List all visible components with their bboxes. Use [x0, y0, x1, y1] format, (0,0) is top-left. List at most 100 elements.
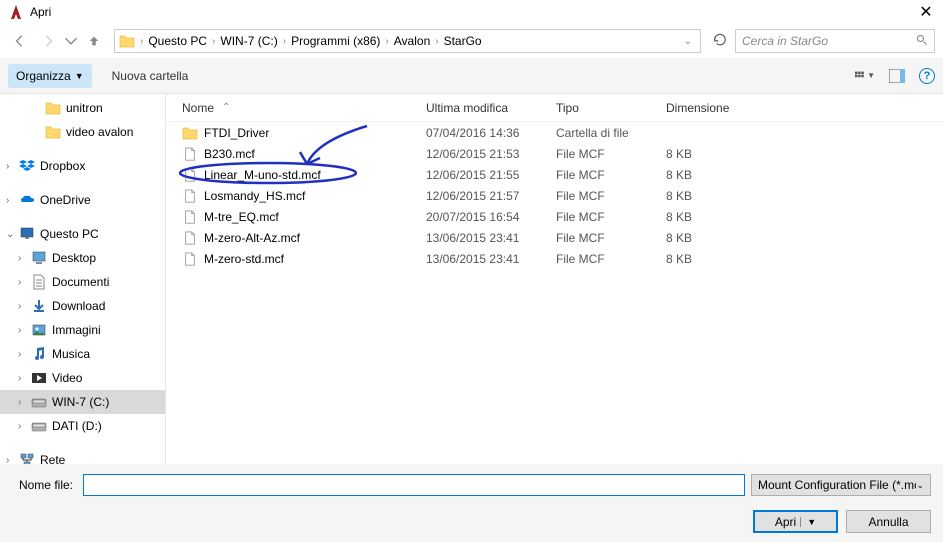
- network-icon: [18, 451, 36, 464]
- tree-item[interactable]: › WIN-7 (C:): [0, 390, 165, 414]
- file-size: 8 KB: [666, 168, 766, 182]
- file-row[interactable]: M-zero-Alt-Az.mcf13/06/2015 23:41File MC…: [166, 227, 943, 248]
- search-input[interactable]: Cerca in StarGo: [735, 29, 935, 53]
- file-size: 8 KB: [666, 252, 766, 266]
- file-modified: 20/07/2015 16:54: [426, 210, 556, 224]
- file-row[interactable]: FTDI_Driver 07/04/2016 14:36Cartella di f…: [166, 122, 943, 143]
- file-type: File MCF: [556, 252, 666, 266]
- download-icon: [30, 297, 48, 315]
- tree-item[interactable]: video avalon: [0, 120, 165, 144]
- expand-arrow-icon[interactable]: ›: [18, 301, 30, 312]
- expand-arrow-icon[interactable]: ›: [6, 195, 18, 206]
- expand-arrow-icon[interactable]: ›: [18, 373, 30, 384]
- tree-item[interactable]: ›Download: [0, 294, 165, 318]
- close-icon[interactable]: ✕: [917, 2, 935, 22]
- file-row[interactable]: M-zero-std.mcf13/06/2015 23:41File MCF8 …: [166, 248, 943, 269]
- file-name: M-zero-Alt-Az.mcf: [204, 231, 300, 245]
- breadcrumb-item[interactable]: Programmi (x86): [289, 34, 382, 48]
- tree-item[interactable]: ›Rete: [0, 448, 165, 464]
- column-header-modified[interactable]: Ultima modifica: [426, 101, 556, 115]
- tree-item[interactable]: unitron: [0, 96, 165, 120]
- back-button[interactable]: [8, 29, 32, 53]
- sort-asc-icon: ⌃: [222, 102, 230, 113]
- file-type: Cartella di file: [556, 126, 666, 140]
- file-row[interactable]: B230.mcf12/06/2015 21:53File MCF8 KB: [166, 143, 943, 164]
- file-row[interactable]: Linear_M-uno-std.mcf12/06/2015 21:55File…: [166, 164, 943, 185]
- file-modified: 13/06/2015 23:41: [426, 231, 556, 245]
- tree-item[interactable]: › Documenti: [0, 270, 165, 294]
- file-modified: 12/06/2015 21:55: [426, 168, 556, 182]
- images-icon: [30, 321, 48, 339]
- tree-item-label: Video: [52, 371, 82, 385]
- tree-item-label: Desktop: [52, 251, 96, 265]
- tree-item[interactable]: ›Dropbox: [0, 154, 165, 178]
- file-modified: 07/04/2016 14:36: [426, 126, 556, 140]
- folder-icon: [182, 125, 198, 141]
- view-button[interactable]: ▼: [855, 66, 875, 86]
- chevron-down-icon[interactable]: ⌄: [680, 36, 696, 47]
- column-header-size[interactable]: Dimensione: [666, 101, 766, 115]
- window-title: Apri: [30, 5, 917, 19]
- desktop-icon: [30, 249, 48, 267]
- file-name: M-tre_EQ.mcf: [204, 210, 279, 224]
- tree-item-label: WIN-7 (C:): [52, 395, 109, 409]
- file-row[interactable]: M-tre_EQ.mcf20/07/2015 16:54File MCF8 KB: [166, 206, 943, 227]
- expand-arrow-icon[interactable]: ›: [18, 349, 30, 360]
- tree-item[interactable]: › Video: [0, 366, 165, 390]
- file-row[interactable]: Losmandy_HS.mcf12/06/2015 21:57File MCF8…: [166, 185, 943, 206]
- chevron-down-icon: ▼: [75, 71, 84, 81]
- file-name: FTDI_Driver: [204, 126, 269, 140]
- tree-item[interactable]: › Immagini: [0, 318, 165, 342]
- expand-arrow-icon[interactable]: ›: [18, 253, 30, 264]
- file-icon: [182, 230, 198, 246]
- organize-button[interactable]: Organizza ▼: [8, 64, 92, 88]
- tree-item[interactable]: ›OneDrive: [0, 188, 165, 212]
- expand-arrow-icon[interactable]: ⌄: [6, 229, 18, 240]
- file-modified: 12/06/2015 21:53: [426, 147, 556, 161]
- open-button[interactable]: Apri▼: [753, 510, 838, 533]
- onedrive-icon: [18, 191, 36, 209]
- tree-item[interactable]: › Desktop: [0, 246, 165, 270]
- expand-arrow-icon[interactable]: ›: [6, 161, 18, 172]
- expand-arrow-icon[interactable]: ›: [6, 455, 18, 465]
- tree-item-label: unitron: [66, 101, 103, 115]
- expand-arrow-icon[interactable]: ›: [18, 397, 30, 408]
- tree-item-label: Documenti: [52, 275, 109, 289]
- new-folder-button[interactable]: Nuova cartella: [112, 69, 189, 83]
- tree-item-label: Questo PC: [40, 227, 99, 241]
- breadcrumb-item[interactable]: Avalon: [392, 34, 432, 48]
- breadcrumb-item[interactable]: StarGo: [442, 34, 484, 48]
- refresh-button[interactable]: [709, 33, 731, 50]
- filetype-dropdown[interactable]: Mount Configuration File (*.mc⌄: [751, 474, 931, 496]
- folder-icon: [44, 99, 62, 117]
- tree-item-label: Immagini: [52, 323, 101, 337]
- sidebar: unitron video avalon ›Dropbox ›OneDrive ⌄ Que…: [0, 94, 165, 464]
- history-dropdown[interactable]: [64, 29, 78, 53]
- breadcrumb-item[interactable]: Questo PC: [146, 34, 209, 48]
- column-header-name[interactable]: Nome⌃: [166, 101, 426, 115]
- forward-button[interactable]: [36, 29, 60, 53]
- up-button[interactable]: [82, 29, 106, 53]
- expand-arrow-icon[interactable]: ›: [18, 325, 30, 336]
- expand-arrow-icon[interactable]: ›: [18, 277, 30, 288]
- tree-item[interactable]: › DATI (D:): [0, 414, 165, 438]
- breadcrumb[interactable]: › Questo PC › WIN-7 (C:) › Programmi (x8…: [114, 29, 701, 53]
- breadcrumb-item[interactable]: WIN-7 (C:): [218, 34, 279, 48]
- file-modified: 13/06/2015 23:41: [426, 252, 556, 266]
- column-header-type[interactable]: Tipo: [556, 101, 666, 115]
- tree-item[interactable]: ›Musica: [0, 342, 165, 366]
- tree-item[interactable]: ⌄ Questo PC: [0, 222, 165, 246]
- help-button[interactable]: ?: [919, 68, 935, 84]
- documents-icon: [30, 273, 48, 291]
- search-icon: [916, 34, 928, 49]
- tree-item-label: DATI (D:): [52, 419, 102, 433]
- filename-input[interactable]: [83, 474, 745, 496]
- expand-arrow-icon[interactable]: ›: [18, 421, 30, 432]
- file-icon: [182, 167, 198, 183]
- file-name: Losmandy_HS.mcf: [204, 189, 305, 203]
- cancel-button[interactable]: Annulla: [846, 510, 931, 533]
- preview-pane-button[interactable]: [887, 66, 907, 86]
- folder-icon: [44, 123, 62, 141]
- file-size: 8 KB: [666, 189, 766, 203]
- file-modified: 12/06/2015 21:57: [426, 189, 556, 203]
